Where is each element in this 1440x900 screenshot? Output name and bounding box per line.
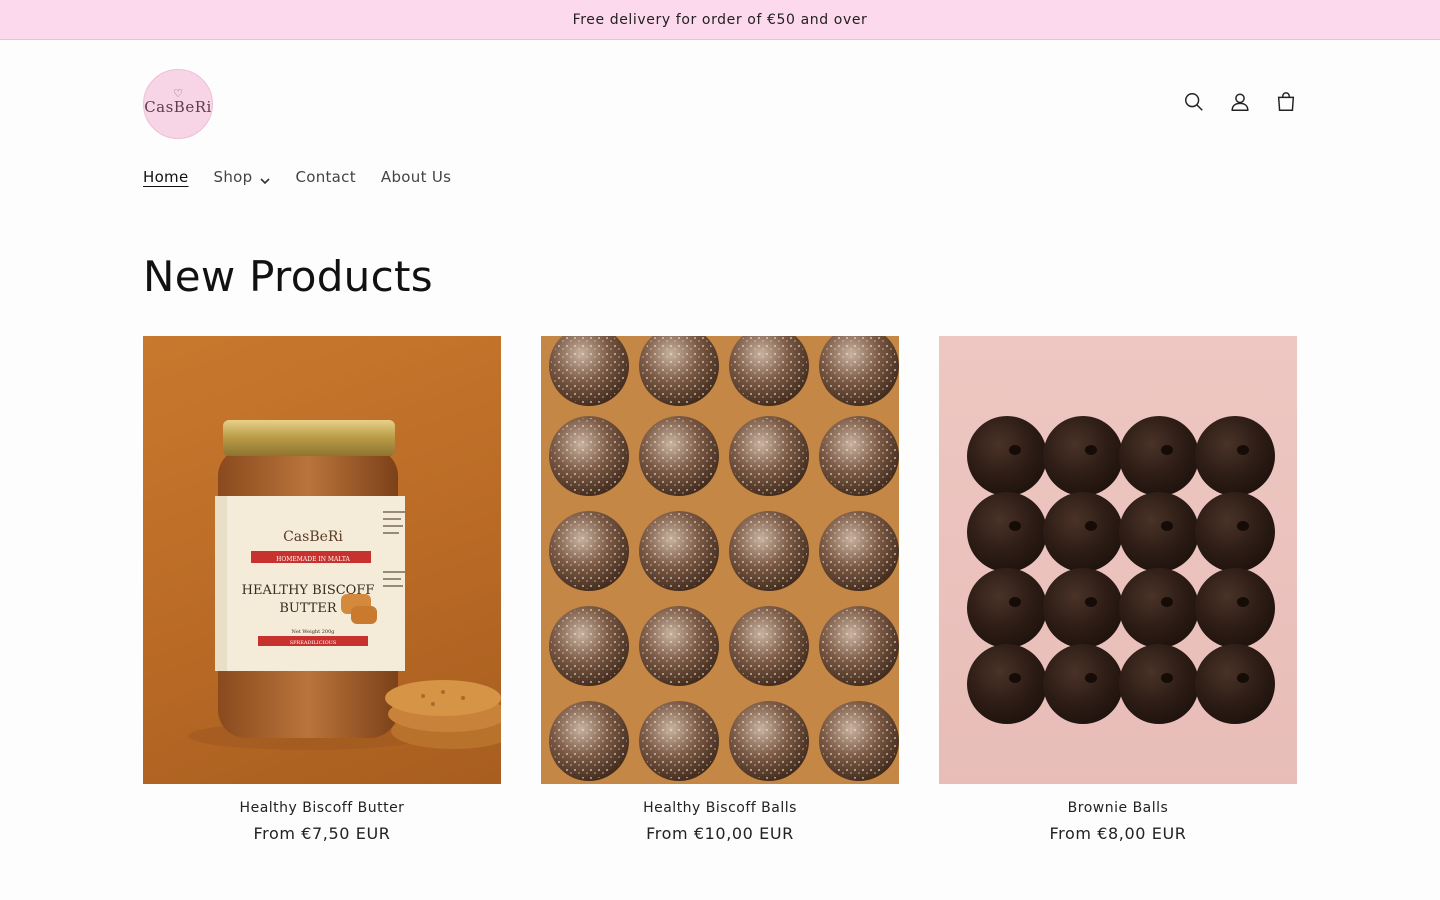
header: ♡ CasBeRi (0, 40, 1440, 170)
logo-text: CasBeRi (144, 98, 212, 117)
jar-brand: CasBeRi (283, 529, 343, 545)
jar-illustration: CasBeRi HOMEMADE IN MALTA HEALTHY BISCOF… (188, 420, 501, 750)
jar-band: HOMEMADE IN MALTA (276, 556, 350, 563)
logo[interactable]: ♡ CasBeRi (143, 69, 213, 139)
product-image-brownie-balls[interactable] (939, 336, 1297, 784)
section-title: New Products (143, 252, 433, 301)
nav-about[interactable]: About Us (381, 168, 451, 186)
product-card[interactable]: Brownie Balls From €8,00 EUR (939, 336, 1297, 843)
product-grid: CasBeRi HOMEMADE IN MALTA HEALTHY BISCOF… (143, 336, 1297, 843)
brownie-illustration (967, 416, 1275, 724)
product-title[interactable]: Healthy Biscoff Butter (143, 800, 501, 816)
balls-illustration (549, 336, 899, 781)
account-icon[interactable] (1228, 90, 1252, 114)
product-price: From €8,00 EUR (1049, 824, 1187, 843)
nav-shop[interactable]: Shop (214, 168, 271, 186)
nav-shop-label: Shop (213, 168, 253, 186)
nav-home-label: Home (143, 168, 189, 186)
announcement-text: Free delivery for order of €50 and over (572, 11, 868, 28)
product-price: From €10,00 EUR (646, 824, 794, 843)
header-icons (1182, 90, 1298, 114)
product-card[interactable]: CasBeRi HOMEMADE IN MALTA HEALTHY BISCOF… (143, 336, 501, 843)
chevron-down-icon (260, 172, 271, 185)
product-title[interactable]: Healthy Biscoff Balls (541, 800, 899, 816)
nav-contact-label: Contact (295, 168, 356, 186)
jar-weight: Net Weight 200g (292, 629, 336, 635)
product-card[interactable]: Healthy Biscoff Balls From €10,00 EUR (541, 336, 899, 843)
jar-name-2: BUTTER (279, 601, 338, 616)
nav-contact[interactable]: Contact (295, 168, 355, 186)
search-icon[interactable] (1182, 90, 1206, 114)
product-image-biscoff-butter[interactable]: CasBeRi HOMEMADE IN MALTA HEALTHY BISCOF… (143, 336, 501, 784)
product-image-biscoff-balls[interactable] (541, 336, 899, 784)
announcement-bar: Free delivery for order of €50 and over (0, 0, 1440, 40)
cart-icon[interactable] (1274, 90, 1298, 114)
product-title[interactable]: Brownie Balls (939, 800, 1297, 816)
main-nav: Home Shop Contact About Us (143, 168, 476, 186)
nav-home[interactable]: Home (143, 168, 189, 186)
jar-tag: SPREADILICIOUS (290, 640, 337, 646)
nav-about-label: About Us (380, 168, 452, 186)
product-price: From €7,50 EUR (253, 824, 391, 843)
